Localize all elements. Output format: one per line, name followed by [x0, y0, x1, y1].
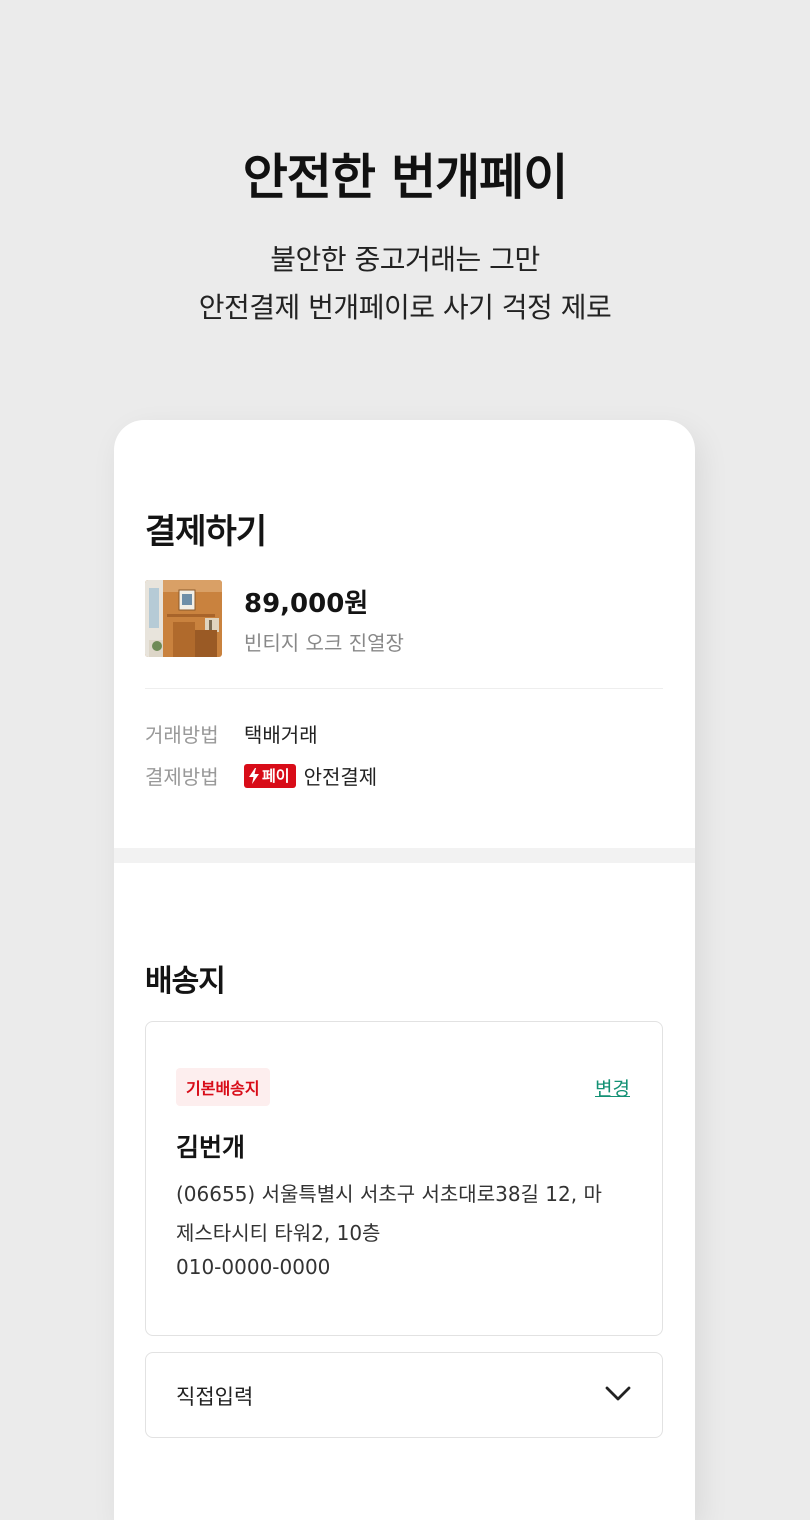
divider — [145, 688, 663, 689]
payment-title: 결제하기 — [145, 512, 267, 552]
lightning-icon — [249, 767, 259, 784]
direct-input-dropdown[interactable]: 직접입력 — [145, 1352, 663, 1438]
recipient-name: 김번개 — [176, 1133, 246, 1162]
payment-method-label: 결제방법 — [145, 765, 219, 789]
pay-badge-label: 페이 — [262, 767, 290, 785]
direct-input-label: 직접입력 — [176, 1385, 254, 1409]
pay-method-text: 안전결제 — [303, 765, 378, 789]
trade-method-label: 거래방법 — [145, 723, 219, 747]
chevron-down-icon — [605, 1386, 631, 1401]
product-name: 빈티지 오크 진열장 — [244, 631, 404, 655]
trade-method-value: 택배거래 — [244, 723, 318, 747]
hero-subtitle-line2: 안전결제 번개페이로 사기 걱정 제로 — [198, 291, 612, 324]
product-price: 89,000원 — [244, 589, 369, 619]
address-line-1: (06655) 서울특별시 서초구 서초대로38길 12, 마 — [176, 1182, 602, 1206]
hero-title: 안전한 번개페이 — [242, 149, 569, 206]
payment-method-value: 페이 안전결제 — [244, 761, 377, 790]
default-address-badge: 기본배송지 — [176, 1068, 270, 1106]
pay-badge: 페이 — [244, 763, 296, 788]
product-thumbnail — [145, 580, 222, 657]
shipping-title: 배송지 — [145, 964, 226, 999]
recipient-phone: 010-0000-0000 — [176, 1255, 331, 1279]
change-address-link[interactable]: 변경 — [595, 1074, 630, 1101]
checkout-card: 결제하기 89,000원 빈티지 오크 진열장 거래방법 택배거래 결제방법 페 — [114, 420, 695, 1520]
hero-subtitle-line1: 불안한 중고거래는 그만 — [270, 243, 540, 276]
address-card[interactable]: 기본배송지 변경 김번개 (06655) 서울특별시 서초구 서초대로38길 1… — [145, 1021, 663, 1336]
section-separator — [114, 848, 695, 863]
address-line-2: 제스타시티 타워2, 10층 — [176, 1221, 381, 1245]
